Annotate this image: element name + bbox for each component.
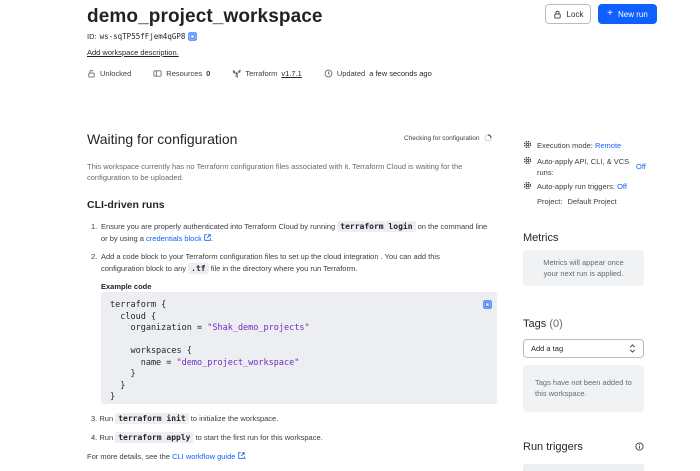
resources-icon bbox=[153, 70, 162, 77]
metrics-empty: Metrics will appear once your next run i… bbox=[523, 250, 644, 286]
meta-row: Unlocked Resources 0 Terraform v1.7.1 Up… bbox=[87, 69, 432, 78]
lock-icon bbox=[553, 10, 561, 19]
auto-apply-setting: Auto-apply API, CLI, & VCS runs: Off bbox=[523, 156, 648, 178]
add-tag-select[interactable]: Add a tag bbox=[523, 339, 644, 358]
terraform-login-code: terraform login bbox=[337, 221, 416, 232]
code-line: } bbox=[110, 392, 116, 402]
auto-triggers-link[interactable]: Off bbox=[617, 182, 627, 191]
lock-button[interactable]: Lock bbox=[545, 4, 591, 24]
code-line: } bbox=[110, 369, 136, 379]
credentials-block-link[interactable]: credentials block bbox=[146, 234, 202, 243]
chevron-down-icon bbox=[629, 344, 636, 353]
spinner-icon bbox=[483, 134, 492, 142]
workflow-footer: For more details, see the CLI workflow g… bbox=[87, 452, 247, 461]
external-link-icon bbox=[204, 234, 211, 241]
tags-heading: Tags (0) bbox=[523, 318, 563, 330]
step-2: 2. Add a code block to your Terraform co… bbox=[91, 252, 440, 274]
code-line: cloud { bbox=[110, 311, 157, 322]
info-icon[interactable] bbox=[635, 442, 644, 451]
run-triggers-panel bbox=[523, 464, 644, 471]
config-status: Checking for configuration bbox=[404, 134, 492, 142]
run-triggers-heading: Run triggers bbox=[523, 441, 583, 453]
step-4: 4. Run terraform apply to start the firs… bbox=[91, 432, 323, 443]
terraform-init-code: terraform init bbox=[115, 413, 189, 424]
gear-icon bbox=[523, 181, 532, 190]
page-title: demo_project_workspace bbox=[87, 6, 323, 27]
auto-apply-link[interactable]: Off bbox=[636, 161, 646, 172]
code-line: workspaces { bbox=[110, 346, 192, 356]
intro-text: This workspace currently has no Terrafor… bbox=[87, 162, 463, 182]
code-line: } bbox=[110, 380, 126, 391]
terraform-apply-code: terraform apply bbox=[115, 432, 194, 443]
code-line: terraform { bbox=[110, 300, 167, 310]
waiting-heading: Waiting for configuration bbox=[87, 131, 238, 147]
unlock-icon bbox=[88, 69, 95, 78]
resources-count: Resources 0 bbox=[153, 69, 210, 78]
updated-time: Updated a few seconds ago bbox=[324, 69, 432, 78]
execution-mode: Execution mode: Remote bbox=[523, 140, 621, 151]
example-code-block: terraform { cloud { organization = "Shak… bbox=[101, 292, 497, 404]
lock-state: Unlocked bbox=[87, 69, 131, 78]
history-icon bbox=[324, 69, 333, 78]
gear-icon bbox=[523, 156, 532, 165]
gear-icon bbox=[523, 140, 532, 149]
example-code-label: Example code bbox=[101, 282, 152, 291]
workspace-id: ID: ws-sqTP55fFjem4qGP8 bbox=[87, 32, 198, 41]
plus-icon: + bbox=[607, 8, 614, 19]
new-run-button[interactable]: + New run bbox=[598, 4, 657, 24]
code-line-name: name = "demo_project_workspace" bbox=[110, 357, 300, 368]
metrics-heading: Metrics bbox=[523, 232, 559, 244]
cli-heading: CLI-driven runs bbox=[87, 199, 165, 211]
tf-extension-code: .tf bbox=[188, 263, 209, 274]
project-info: Project: Default Project bbox=[537, 197, 617, 206]
external-link-icon bbox=[237, 452, 245, 459]
copy-icon[interactable] bbox=[483, 300, 492, 309]
terraform-version: Terraform v1.7.1 bbox=[232, 69, 302, 78]
execution-mode-link[interactable]: Remote bbox=[595, 141, 621, 150]
cli-workflow-guide-link[interactable]: CLI workflow guide bbox=[172, 452, 235, 461]
step-1: 1. Ensure you are properly authenticated… bbox=[91, 221, 488, 243]
terraform-icon bbox=[233, 69, 241, 78]
add-description-link[interactable]: Add workspace description. bbox=[87, 48, 179, 57]
auto-apply-triggers: Auto-apply run triggers: Off bbox=[523, 181, 627, 192]
tags-empty: Tags have not been added to this workspa… bbox=[523, 365, 644, 412]
terraform-version-link[interactable]: v1.7.1 bbox=[281, 69, 301, 78]
code-line-organization: organization = "Shak_demo_projects" bbox=[110, 323, 310, 333]
copy-icon[interactable] bbox=[188, 32, 198, 41]
step-3: 3. Run terraform init to initialize the … bbox=[91, 413, 279, 424]
